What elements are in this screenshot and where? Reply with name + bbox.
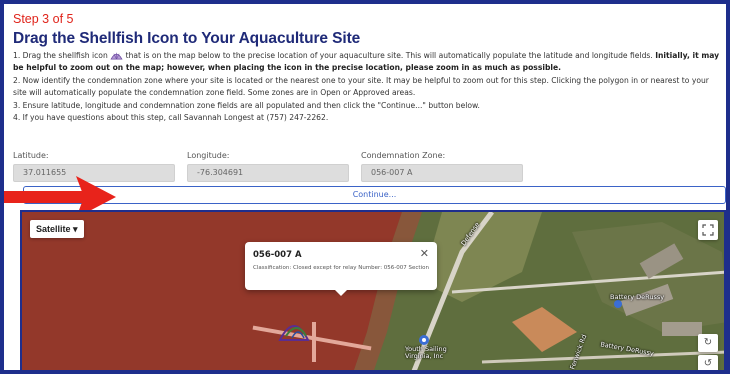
longitude-field[interactable]: -76.304691 [187, 164, 349, 182]
rotate-icon: ↻ [703, 337, 713, 348]
latitude-label: Latitude: [13, 151, 49, 160]
instruction-1: 1. Drag the shellfish icon that is on th… [13, 50, 725, 75]
popup-classification: Classification: Closed except for relay … [253, 265, 429, 271]
instruction-3: 3. Ensure latitude, longitude and condem… [13, 100, 480, 110]
instructions: 1. Drag the shellfish icon that is on th… [13, 50, 725, 124]
zone-info-popup: 056-007 A Classification: Closed except … [245, 242, 437, 296]
instruction-2: 2. Now identify the condemnation zone wh… [13, 75, 709, 98]
continue-button[interactable]: Continue... [23, 186, 726, 204]
map-label-youth-sailing: Youth Sailing Virginia, Inc [405, 345, 447, 360]
close-icon[interactable]: ✕ [420, 247, 429, 260]
page-frame: Step 3 of 5 Drag the Shellfish Icon to Y… [4, 4, 726, 370]
zone-label: Condemnation Zone: [361, 151, 446, 160]
map-type-button[interactable]: Satellite ▾ [30, 220, 84, 238]
popup-tail [335, 290, 347, 296]
map-type-label: Satellite [36, 224, 71, 234]
fullscreen-button[interactable] [698, 220, 718, 240]
page-title: Drag the Shellfish Icon to Your Aquacult… [13, 30, 361, 47]
map-label-battery: Battery DeRussy [610, 293, 665, 301]
longitude-label: Longitude: [187, 151, 230, 160]
fullscreen-icon [702, 224, 714, 236]
instruction-4: 4. If you have questions about this step… [13, 113, 329, 123]
instruction-1-text-b: that is on the map below to the precise … [125, 51, 653, 60]
condemnation-zone-field[interactable]: 056-007 A [361, 164, 523, 182]
reset-icon: ↺ [703, 358, 713, 369]
rotate-button[interactable]: ↻ [698, 334, 718, 352]
chevron-down-icon: ▾ [73, 224, 78, 234]
popup-title: 056-007 A [253, 250, 302, 260]
reset-rotation-button[interactable]: ↺ [698, 355, 718, 370]
instruction-1-text: 1. Drag the shellfish icon [13, 51, 108, 60]
map-view[interactable]: Satellite ▾ ↻ ↺ 056-007 A Classification… [20, 210, 726, 370]
shellfish-icon [110, 52, 123, 60]
step-indicator: Step 3 of 5 [13, 12, 74, 26]
